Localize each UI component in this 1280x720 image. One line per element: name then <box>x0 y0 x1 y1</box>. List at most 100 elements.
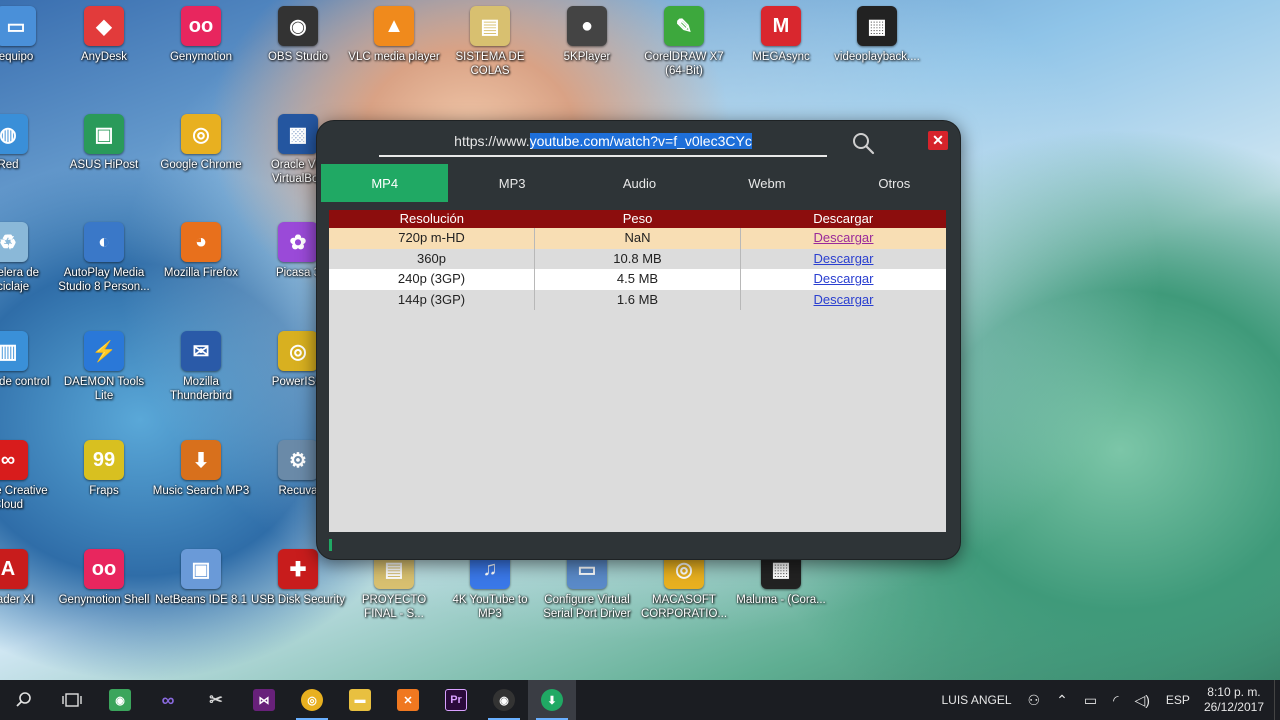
search-taskbar-button[interactable] <box>0 680 48 720</box>
desktop-icon[interactable]: ▤ SISTEMA DE COLAS <box>442 0 538 100</box>
desktop-icon[interactable]: ▣ NetBeans IDE 8.1 <box>153 543 249 643</box>
taskbar-visual-studio[interactable]: ⋈ <box>240 680 288 720</box>
language-indicator[interactable]: ESP <box>1158 693 1198 707</box>
desktop-icon-label: videoplayback.... <box>834 51 920 63</box>
download-link[interactable]: Descargar <box>814 271 874 286</box>
desktop-icon[interactable]: oo Genymotion Shell <box>56 543 152 643</box>
tab-mp3[interactable]: MP3 <box>448 164 575 202</box>
desktop-icon-label: Configure Virtual Serial Port Driver <box>543 594 631 620</box>
autoplay-icon: ◐ <box>84 222 124 262</box>
tab-audio[interactable]: Audio <box>576 164 703 202</box>
desktop-icon[interactable]: oo Genymotion <box>153 0 249 100</box>
tab-mp4[interactable]: MP4 <box>321 164 449 202</box>
desktop-icon-label: Google Chrome <box>160 159 242 171</box>
desktop-icon[interactable]: ⬇ Music Search MP3 <box>153 434 249 534</box>
desktop-icon-label: Adobe Creative Cloud <box>0 485 48 511</box>
taskbar-android-studio[interactable]: ◉ <box>96 680 144 720</box>
desktop-icon[interactable]: ✉ Mozilla Thunderbird <box>153 325 249 425</box>
folder-icon: ▬ <box>349 689 371 711</box>
taskbar-chrome[interactable]: ◎ <box>288 680 336 720</box>
desktop-icon-label: SISTEMA DE COLAS <box>455 51 525 77</box>
desktop-icon-label: PROYECTO FINAL - S... <box>361 594 427 620</box>
tab-otros[interactable]: Otros <box>831 164 958 202</box>
taskbar-premiere[interactable]: Pr <box>432 680 480 720</box>
cell-download: Descargar <box>741 269 946 290</box>
table-row[interactable]: 144p (3GP) 1.6 MB Descargar <box>329 289 946 311</box>
task-view-button[interactable] <box>48 680 96 720</box>
download-link[interactable]: Descargar <box>814 230 874 245</box>
cell-size: 10.8 MB <box>535 248 741 269</box>
desktop-icon[interactable]: A Reader XI <box>0 543 56 643</box>
desktop-icon-label: USB Disk Security <box>251 594 345 606</box>
desktop-icon[interactable]: ∞ Adobe Creative Cloud <box>0 434 56 534</box>
desktop-icon[interactable]: ◕ Mozilla Firefox <box>153 216 249 316</box>
desktop-icon[interactable]: ⚡ DAEMON Tools Lite <box>56 325 152 425</box>
desktop-icon-label: Maluma - (Cora... <box>736 594 826 606</box>
download-link[interactable]: Descargar <box>814 292 874 307</box>
obs-icon: ◉ <box>493 689 515 711</box>
taskbar-xampp[interactable]: ✕ <box>384 680 432 720</box>
search-icon <box>16 692 31 707</box>
search-button[interactable] <box>851 131 875 155</box>
desktop-icon[interactable]: ● 5KPlayer <box>539 0 635 100</box>
clock[interactable]: 8:10 p. m. 26/12/2017 <box>1198 685 1274 715</box>
desktop-icon[interactable]: 99 Fraps <box>56 434 152 534</box>
desktop-icon-label: Red <box>0 159 19 171</box>
wifi-icon[interactable]: ◜ <box>1105 692 1126 709</box>
desktop-icon-label: VLC media player <box>348 51 440 63</box>
taskbar-tools[interactable]: ✂ <box>192 680 240 720</box>
taskbar-app-infinity[interactable]: ∞ <box>144 680 192 720</box>
network-icon: ◍ <box>0 114 28 154</box>
desktop-icon[interactable]: ▦ videoplayback.... <box>829 0 925 100</box>
desktop-icon[interactable]: ◐ AutoPlay Media Studio 8 Person... <box>56 216 152 316</box>
desktop-icon-label: Reader XI <box>0 594 34 606</box>
desktop-icon[interactable]: ◍ Red <box>0 108 56 208</box>
show-desktop-button[interactable] <box>1274 680 1280 720</box>
desktop-icon[interactable]: ◆ AnyDesk <box>56 0 152 100</box>
desktop-icon[interactable]: M MEGAsync <box>733 0 829 100</box>
taskbar-downloader[interactable]: ⬇ <box>528 680 576 720</box>
volume-icon[interactable]: ◁) <box>1126 692 1157 709</box>
desktop-icon-label: Fraps <box>89 485 119 497</box>
desktop-icon-label: ASUS HiPost <box>69 159 139 171</box>
desktop-icon[interactable]: ▲ VLC media player <box>346 0 442 100</box>
taskbar-file-explorer[interactable]: ▬ <box>336 680 384 720</box>
user-name[interactable]: LUIS ANGEL <box>934 693 1020 707</box>
column-header-size: Peso <box>622 211 653 226</box>
fraps-icon: 99 <box>84 440 124 480</box>
table-header: Resolución Peso Descargar <box>329 210 946 228</box>
desktop-icon-label: Mozilla Firefox <box>163 267 239 279</box>
desktop-icon[interactable]: ▥ Panel de control <box>0 325 56 425</box>
cell-download: Descargar <box>741 290 946 311</box>
cell-size: 4.5 MB <box>535 269 741 290</box>
url-input[interactable]: https://www.youtube.com/watch?v=f_v0lec3… <box>379 131 827 157</box>
anydesk-icon: ◆ <box>84 6 124 46</box>
recuva-icon: ⚙ <box>278 440 318 480</box>
asus-hipost-icon: ▣ <box>84 114 124 154</box>
close-button[interactable]: ✕ <box>928 131 948 150</box>
cell-resolution: 360p <box>329 248 535 269</box>
battery-icon[interactable]: ▭ <box>1076 692 1105 709</box>
chevron-up-icon[interactable]: ⌃ <box>1048 692 1076 709</box>
premiere-icon: Pr <box>445 689 467 711</box>
people-icon[interactable]: ⚇ <box>1020 692 1049 709</box>
table-row[interactable]: 360p 10.8 MB Descargar <box>329 248 946 269</box>
download-link[interactable]: Descargar <box>814 251 874 266</box>
desktop-icon[interactable]: ✎ CorelDRAW X7 (64-Bit) <box>636 0 732 100</box>
tab-webm[interactable]: Webm <box>703 164 830 202</box>
desktop-icon-label: AnyDesk <box>80 51 128 63</box>
5kplayer-icon: ● <box>567 6 607 46</box>
desktop-icon[interactable]: ♻ Papelera de reciclaje <box>0 216 56 316</box>
task-view-icon <box>62 693 82 707</box>
desktop-icon[interactable]: ▣ ASUS HiPost <box>56 108 152 208</box>
desktop-icon[interactable]: ◉ OBS Studio <box>250 0 346 100</box>
desktop-icon[interactable]: ◎ Google Chrome <box>153 108 249 208</box>
system-tray: LUIS ANGEL ⚇ ⌃ ▭ ◜ ◁) ESP 8:10 p. m. 26/… <box>934 680 1280 720</box>
picasa-icon: ✿ <box>278 222 318 262</box>
table-row[interactable]: 240p (3GP) 4.5 MB Descargar <box>329 269 946 290</box>
android-icon: ◉ <box>109 689 131 711</box>
taskbar: ◉ ∞ ✂ ⋈ ◎ ▬ ✕ Pr ◉ ⬇ LUIS ANGEL ⚇ ⌃ ▭ ◜ … <box>0 680 1280 720</box>
table-row[interactable]: 720p m-HD NaN Descargar <box>329 228 946 249</box>
desktop-icon-label: Mozilla Thunderbird <box>169 376 232 402</box>
taskbar-obs[interactable]: ◉ <box>480 680 528 720</box>
